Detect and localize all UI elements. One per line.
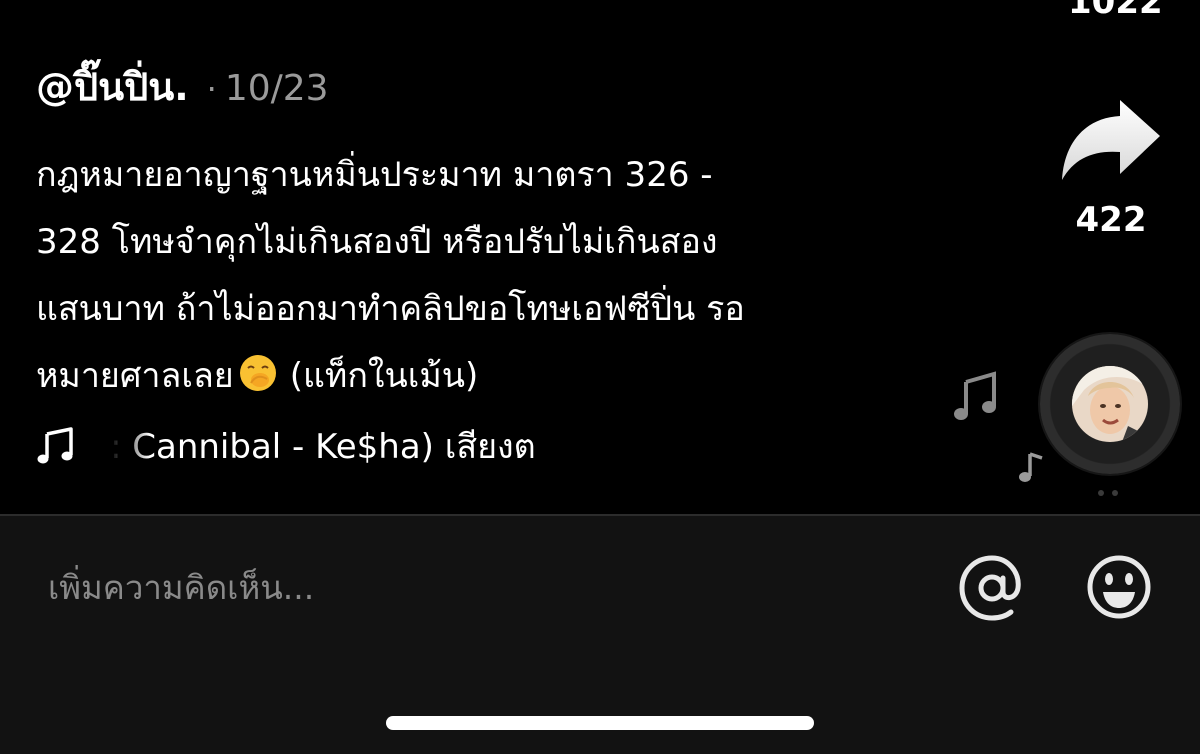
caption-line-1: กฎหมายอาญาฐานหมิ่นประมาท มาตรา 326 - [36,155,713,195]
author-username[interactable]: @ปิ๊นปิ่น. [36,56,189,117]
music-ticker: : Cannibal - Ke$ha) เสียงต [110,419,705,473]
separator-dot: · [206,70,217,108]
music-disc-button[interactable] [1040,334,1180,474]
caption-line-2: 328 โทษจำคุกไม่เกินสองปี หรือปรับไม่เกิน… [36,222,718,262]
floating-music-note-icon [954,371,996,420]
at-sign-icon[interactable] [958,554,1026,622]
music-note-icon [37,427,73,464]
post-date: 10/23 [224,68,329,109]
music-title: : Cannibal - Ke$ha) เสียงต [110,427,536,467]
video-area[interactable]: 1022 @ปิ๊นปิ่น. · 10/23 กฎหมายอาญาฐานหมิ… [0,0,1200,514]
share-count: 422 [1075,200,1147,240]
more-indicator-icon [1098,490,1118,496]
comment-count-partial: 1022 [1068,0,1163,22]
yawning-face-emoji-icon [239,355,276,391]
caption-line-3: แสนบาท ถ้าไม่ออกมาทำคลิปขอโทษเอฟซีปิ่น ร… [36,289,745,329]
caption-tag-note[interactable]: (แท็กในเม้น) [290,356,479,396]
caption-line-4-text: หมายศาลเลย [36,356,234,396]
post-caption: กฎหมายอาญาฐานหมิ่นประมาท มาตรา 326 - 328… [36,142,906,410]
music-disc-avatar [1072,366,1148,442]
comment-bar [0,514,1200,754]
music-row[interactable]: : Cannibal - Ke$ha) เสียงต [36,418,705,474]
smiley-icon[interactable] [1086,554,1152,620]
floating-music-note-small-icon [1019,452,1043,482]
home-indicator[interactable] [386,716,814,730]
author-row: @ปิ๊นปิ่น. · 10/23 [36,56,329,112]
comment-input[interactable] [48,552,908,622]
caption-line-4: หมายศาลเลย (แท็กในเม้น) [36,343,906,410]
share-arrow-icon[interactable] [1058,96,1164,184]
